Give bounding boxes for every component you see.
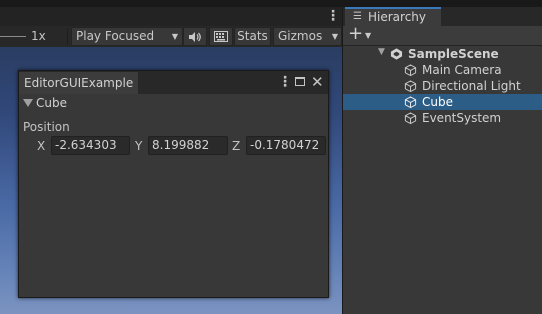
scale-label: 1x [31, 29, 46, 43]
editor-top-strip [0, 0, 542, 7]
hierarchy-item-cube[interactable]: Cube [343, 94, 542, 110]
editor-gui-example-window: EditorGUIExample ⋮ ✕ Cube Position X -2.… [18, 70, 329, 298]
y-field[interactable]: 8.199882 [148, 136, 228, 155]
x-field[interactable]: -2.634303 [51, 136, 130, 155]
window-tab-bar: EditorGUIExample ⋮ ✕ [19, 71, 328, 94]
scale-slider[interactable] [0, 36, 26, 37]
shortcuts-button[interactable] [209, 27, 233, 46]
gameobject-cube-icon [404, 96, 417, 109]
hierarchy-tab-bar: ☰ Hierarchy [343, 7, 542, 26]
hierarchy-item-directional-light[interactable]: Directional Light [343, 78, 542, 94]
game-view-tab-bar: ⋮ [0, 7, 342, 26]
mute-audio-button[interactable] [183, 27, 207, 46]
close-icon[interactable]: ✕ [311, 73, 324, 91]
play-mode-dropdown[interactable]: Play Focused ▼ [71, 27, 183, 46]
toolbar-separator [67, 28, 68, 45]
x-axis-label[interactable]: X [37, 139, 45, 153]
speaker-icon [189, 32, 201, 42]
gameobject-cube-icon [404, 64, 417, 77]
maximize-icon[interactable] [295, 77, 305, 86]
hierarchy-item-label: Main Camera [422, 63, 502, 77]
foldout-label: Cube [36, 96, 67, 110]
hierarchy-item-label: Directional Light [422, 79, 521, 93]
z-axis-label[interactable]: Z [232, 139, 240, 153]
scene-label: SampleScene [408, 47, 499, 61]
hierarchy-item-eventsystem[interactable]: EventSystem [343, 110, 542, 126]
gameobject-cube-icon [404, 80, 417, 93]
game-view-toolbar: 1x Play Focused ▼ Stats Gizmos ▼ [0, 26, 342, 47]
keyboard-icon [214, 31, 228, 42]
add-icon[interactable]: + [348, 24, 363, 44]
stats-button[interactable]: Stats [234, 27, 271, 46]
hierarchy-panel: ☰ Hierarchy + ▼ ▼ SampleScene Main Camer… [343, 7, 542, 314]
hierarchy-item-label: EventSystem [422, 111, 502, 125]
gameobject-cube-icon [404, 112, 417, 125]
foldout-arrow-icon[interactable] [23, 99, 33, 107]
tab-label: Hierarchy [368, 10, 427, 24]
hierarchy-item-main-camera[interactable]: Main Camera [343, 62, 542, 78]
position-label: Position [23, 120, 70, 134]
scene-row[interactable]: ▼ SampleScene [343, 46, 542, 62]
gizmos-label: Gizmos [278, 29, 323, 43]
gizmos-dropdown[interactable]: Gizmos ▼ [273, 27, 342, 46]
expand-arrow-icon[interactable]: ▼ [378, 47, 385, 57]
hierarchy-toolbar: + ▼ [343, 24, 542, 46]
dropdown-arrow-icon: ▼ [171, 32, 178, 41]
y-axis-label[interactable]: Y [135, 139, 142, 153]
hierarchy-item-label: Cube [422, 95, 453, 109]
kebab-menu-icon[interactable]: ⋮ [326, 7, 340, 26]
dropdown-arrow-icon: ▼ [331, 32, 338, 41]
play-mode-label: Play Focused [76, 29, 155, 43]
kebab-menu-icon[interactable]: ⋮ [278, 73, 292, 91]
dropdown-arrow-icon[interactable]: ▼ [365, 31, 371, 40]
unity-scene-icon [390, 48, 403, 60]
list-icon: ☰ [353, 11, 362, 22]
z-field[interactable]: -0.1780472 [246, 136, 326, 155]
window-tab[interactable]: EditorGUIExample [19, 72, 138, 94]
